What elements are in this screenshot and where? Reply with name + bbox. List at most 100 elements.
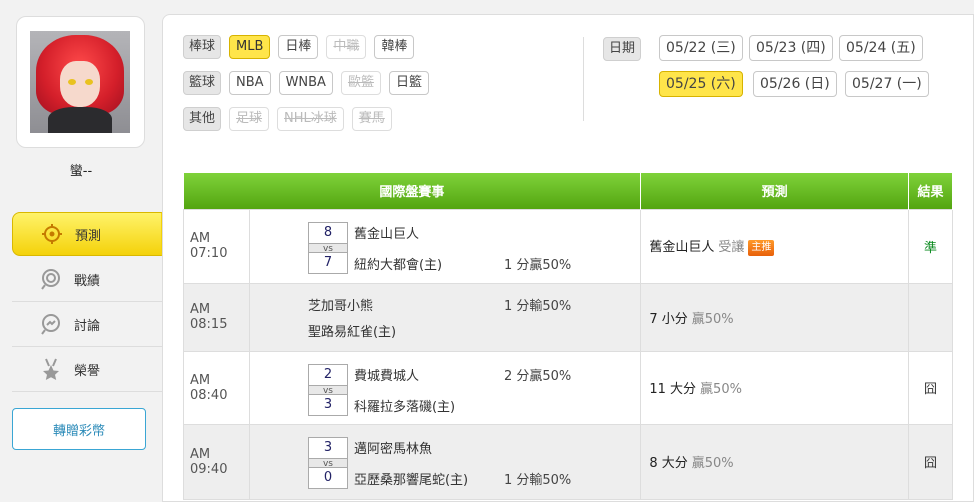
home-score: 3 (323, 396, 333, 412)
header-result: 結果 (908, 173, 953, 209)
game-line: 2 分贏50% (503, 368, 572, 384)
score-box: 8 vs 7 (307, 221, 348, 274)
filter-option-nhl: NHL冰球 (277, 107, 344, 131)
game-time: AM 08:15 (183, 282, 250, 352)
date-option-0524[interactable]: 05/24 (五) (839, 35, 923, 61)
prediction-cell: 11 大分 贏50% (640, 350, 910, 425)
discuss-icon (40, 313, 62, 335)
result-cell: 準 (908, 208, 953, 284)
away-score: 8 (323, 224, 333, 240)
gift-coins-button[interactable]: 轉贈彩幣 (12, 408, 146, 450)
home-team: 紐約大都會(主) (353, 257, 443, 273)
sidebar-item-honor[interactable]: 榮譽 (12, 347, 162, 392)
sidebar-menu: 預測 戰績 討論 榮譽 (12, 212, 179, 392)
game-time: AM 09:40 (183, 423, 250, 500)
score-box: 3 vs 0 (307, 436, 348, 489)
sidebar-item-label: 討論 (74, 318, 101, 334)
header-events: 國際盤賽事 (183, 173, 642, 209)
prediction-pick: 8 大分 (649, 456, 688, 471)
filter-divider (583, 37, 584, 121)
result-cell: 囧 (908, 423, 953, 500)
filter-option-kbo[interactable]: 韓棒 (374, 35, 415, 59)
date-option-0522[interactable]: 05/22 (三) (659, 35, 743, 61)
table-row: AM 07:10 8 vs 7 舊金山巨人 紐約大都會(主) 1 分贏50% 舊… (183, 208, 953, 284)
username: 蠻-- (69, 164, 93, 179)
prediction-detail: 贏50% (700, 382, 742, 397)
prediction-cell: 8 大分 贏50% (640, 423, 910, 500)
home-team: 聖路易紅雀(主) (307, 324, 397, 340)
vs-label: vs (308, 457, 347, 469)
away-team: 芝加哥小熊 (307, 298, 373, 314)
prediction-detail: 受讓 (718, 240, 745, 255)
filter-option-wnba[interactable]: WNBA (278, 71, 333, 95)
main-panel: 棒球 MLB 日棒 中職 韓棒 籃球 NBA WNBA 歐籃 日籃 其他 足球 … (162, 14, 974, 502)
featured-badge: 主推 (748, 240, 775, 256)
date-label: 日期 (603, 37, 642, 61)
sidebar-item-label: 預測 (75, 228, 102, 244)
filter-option-euro-basketball: 歐籃 (340, 71, 381, 95)
game-matchup: 芝加哥小熊 聖路易紅雀(主) 1 分輸50% (248, 282, 642, 352)
prediction-cell: 舊金山巨人 受讓 主推 (640, 208, 910, 284)
sidebar-item-discuss[interactable]: 討論 (12, 302, 162, 347)
game-matchup: 2 vs 3 費城費城人 科羅拉多落磯(主) 2 分贏50% (248, 350, 642, 425)
vs-label: vs (308, 242, 347, 254)
game-matchup: 8 vs 7 舊金山巨人 紐約大都會(主) 1 分贏50% (248, 208, 642, 284)
sidebar-item-label: 榮譽 (74, 363, 101, 379)
game-matchup: 3 vs 0 邁阿密馬林魚 亞歷桑那響尾蛇(主) 1 分輸50% (248, 423, 642, 500)
sidebar-item-record[interactable]: 戰績 (12, 257, 162, 302)
vs-label: vs (308, 384, 347, 396)
prediction-pick: 11 大分 (649, 382, 697, 397)
home-team: 亞歷桑那響尾蛇(主) (353, 472, 469, 488)
game-time: AM 07:10 (183, 208, 250, 284)
sidebar-item-label: 戰績 (74, 273, 101, 289)
record-icon (40, 268, 62, 290)
medal-icon (40, 358, 62, 380)
filter-category-basketball: 籃球 (183, 71, 222, 95)
table-header-row: 國際盤賽事 預測 結果 (183, 173, 953, 209)
score-box: 2 vs 3 (307, 363, 348, 416)
filter-category-other: 其他 (183, 107, 222, 131)
prediction-detail: 贏50% (691, 456, 734, 471)
date-option-0523[interactable]: 05/23 (四) (749, 35, 833, 61)
page-root: 蠻-- 預測 戰績 討論 榮譽 轉贈彩幣 棒球 MLB 日棒 中職 韓棒 籃球 … (0, 0, 974, 502)
home-score: 0 (323, 469, 333, 485)
target-icon (41, 223, 63, 245)
away-team: 邁阿密馬林魚 (353, 441, 432, 457)
home-score: 7 (323, 254, 333, 270)
filter-row-other: 其他 足球 NHL冰球 賽馬 (183, 107, 400, 131)
header-prediction: 預測 (640, 173, 910, 209)
away-score: 2 (323, 366, 333, 382)
game-line: 1 分輸50% (503, 472, 572, 488)
filter-option-horse-racing: 賽馬 (351, 107, 392, 131)
prediction-detail: 贏50% (691, 311, 734, 327)
prediction-pick: 舊金山巨人 (649, 240, 715, 255)
game-time: AM 08:40 (183, 350, 250, 425)
filter-option-mlb[interactable]: MLB (229, 35, 271, 59)
date-option-0526[interactable]: 05/26 (日) (753, 71, 837, 97)
home-team: 科羅拉多落磯(主) (353, 399, 456, 415)
avatar[interactable] (30, 31, 130, 133)
filter-option-soccer: 足球 (229, 107, 270, 131)
date-option-0525[interactable]: 05/25 (六) (659, 71, 743, 97)
game-line: 1 分輸50% (503, 298, 572, 314)
date-option-0527[interactable]: 05/27 (一) (845, 71, 929, 97)
left-sidebar: 蠻-- 預測 戰績 討論 榮譽 轉贈彩幣 (0, 0, 179, 502)
avatar-frame (16, 16, 145, 148)
filter-option-cpbl: 中職 (326, 35, 367, 59)
games-table: 國際盤賽事 預測 結果 AM 07:10 8 vs 7 舊金山巨人 紐約大都會(… (183, 173, 953, 500)
filter-category-baseball: 棒球 (183, 35, 222, 59)
result-cell: 囧 (908, 350, 953, 425)
filter-option-japan-basketball[interactable]: 日籃 (388, 71, 429, 95)
filter-option-npb[interactable]: 日棒 (278, 35, 319, 59)
table-row: AM 08:15 芝加哥小熊 聖路易紅雀(主) 1 分輸50% 7 小分 贏50% (183, 282, 953, 352)
filter-row-basketball: 籃球 NBA WNBA 歐籃 日籃 (183, 71, 437, 95)
game-line: 1 分贏50% (503, 257, 572, 273)
sidebar-item-predict[interactable]: 預測 (12, 212, 179, 256)
prediction-cell: 7 小分 贏50% (640, 282, 910, 352)
filter-row-baseball: 棒球 MLB 日棒 中職 韓棒 (183, 35, 422, 59)
away-team: 費城費城人 (353, 368, 419, 384)
prediction-pick: 7 小分 (649, 311, 688, 327)
result-cell (908, 282, 953, 352)
table-row: AM 08:40 2 vs 3 費城費城人 科羅拉多落磯(主) 2 分贏50% (183, 350, 953, 425)
filter-option-nba[interactable]: NBA (229, 71, 271, 95)
